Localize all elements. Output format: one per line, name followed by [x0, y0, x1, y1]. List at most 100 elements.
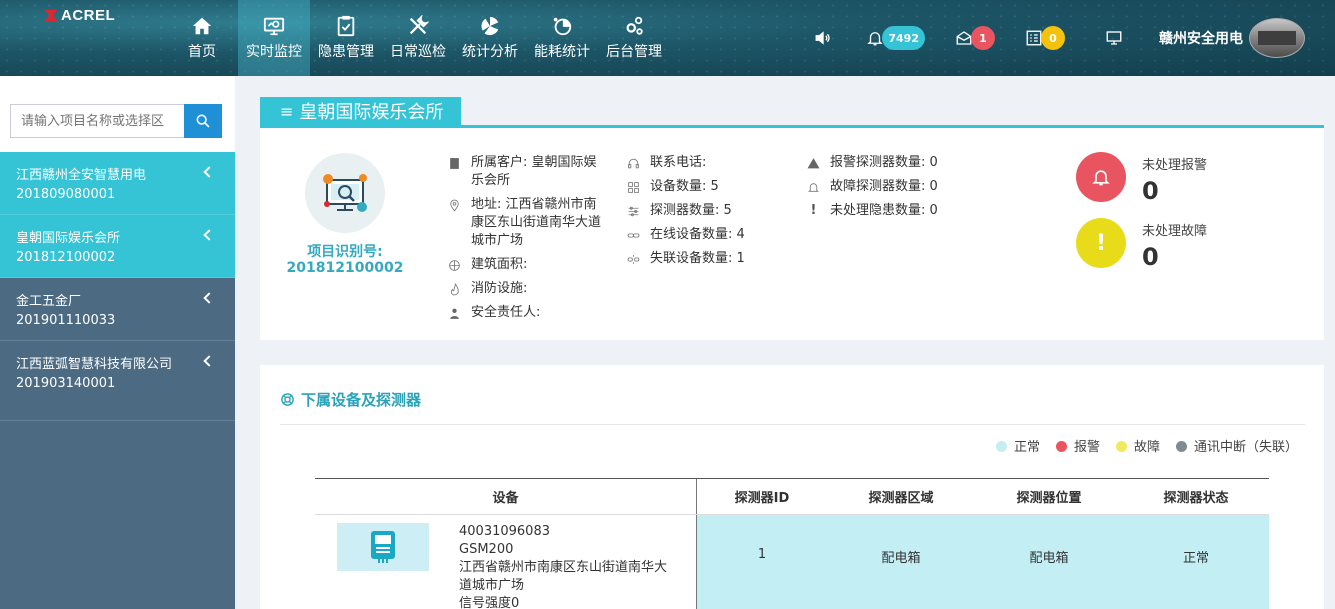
info-fault-detectors: 故障探测器数量: 0: [807, 178, 1007, 196]
mail-count-badge: 1: [971, 26, 995, 50]
info-alarm-detectors: 报警探测器数量: 0: [807, 154, 1007, 172]
device-code: 40031096083: [459, 524, 550, 539]
nav-daily-inspection[interactable]: 日常巡检: [382, 0, 454, 76]
device-cell: 40031096083 GSM200 江西省赣州市南康区东山街道南华大道城市广场…: [315, 515, 697, 609]
exclamation-icon: !: [1095, 230, 1107, 256]
project-title-tab: ≡ 皇朝国际娱乐会所: [260, 97, 462, 125]
sidebar-project-item[interactable]: 江西蓝弧智慧科技有限公司 201903140001: [0, 341, 235, 421]
building-area-icon: [449, 260, 460, 271]
avatar[interactable]: [1249, 18, 1305, 58]
project-id-label: 项目识别号:: [307, 244, 383, 260]
project-search-input[interactable]: [10, 104, 184, 138]
top-header: ACREL 首页 实时监控 隐患管理 日常巡检 统计分析 能耗统计 后台管理 7…: [0, 0, 1335, 76]
bell-outline-icon: [808, 183, 819, 192]
table-row[interactable]: 40031096083 GSM200 江西省赣州市南康区东山街道南华大道城市广场…: [315, 515, 1269, 609]
broken-link-icon: [627, 255, 640, 264]
location-pin-icon: [450, 199, 459, 212]
energy-icon: [553, 17, 572, 36]
legend-dot: [995, 441, 1007, 452]
info-offline-count: 失联设备数量: 1: [627, 250, 797, 268]
device-signal: 信号强度0: [459, 596, 520, 609]
fault-circle: !: [1076, 218, 1126, 268]
info-phone: 联系电话:: [627, 154, 797, 172]
info-address: 地址: 江西省赣州市南康区东山街道南华大道城市广场: [448, 196, 608, 250]
menu-lines-icon: ≡: [280, 101, 294, 121]
home-icon: [192, 17, 212, 35]
nav-admin[interactable]: 后台管理: [598, 0, 670, 76]
nav-home[interactable]: 首页: [166, 0, 238, 76]
header-tools: 7492 1 0 赣州安全用电: [814, 0, 1335, 76]
legend-dot: [1055, 441, 1067, 452]
sound-toggle[interactable]: [814, 29, 832, 47]
nav-hazard-management[interactable]: 隐患管理: [310, 0, 382, 76]
unhandled-alarm[interactable]: 未处理报警 0: [1076, 152, 1207, 205]
alarm-label: 未处理报警: [1142, 158, 1208, 173]
tools-icon: [409, 15, 429, 35]
sidebar-project-id: 201903140001: [16, 376, 116, 391]
sidebar-project-id: 201809080001: [16, 187, 116, 202]
project-id-value: 201812100002: [286, 260, 404, 276]
logo-text: ACREL: [61, 7, 116, 24]
person-icon: [450, 308, 459, 319]
meter-device-icon: [371, 531, 395, 563]
message-notifications[interactable]: 1: [955, 26, 995, 50]
col-detector-position: 探测器位置: [1016, 491, 1082, 506]
legend-item: 通讯中断（失联）: [1175, 436, 1298, 455]
nav-label: 实时监控: [246, 44, 302, 60]
search-button[interactable]: [184, 104, 222, 138]
chevron-left-icon: [203, 355, 215, 367]
devices-card: 下属设备及探测器 正常 报警 故障 通讯中断（失联） 设备 探测器ID 探测器区…: [260, 365, 1324, 609]
nav-statistics[interactable]: 统计分析: [454, 0, 526, 76]
clipboard-icon: [337, 15, 355, 37]
nav-label: 日常巡检: [390, 44, 446, 60]
table-header: 设备 探测器ID 探测器区域 探测器位置 探测器状态: [315, 479, 1269, 515]
bell-icon: [1092, 170, 1110, 186]
sidebar-project-id: 201812100002: [16, 250, 116, 265]
exclamation-icon: !: [810, 203, 817, 218]
device-details: 40031096083 GSM200 江西省赣州市南康区东山街道南华大道城市广场…: [459, 523, 679, 609]
screen-toggle[interactable]: [1105, 29, 1123, 47]
chart-icon: [481, 16, 499, 36]
nav-label: 后台管理: [606, 44, 662, 60]
nav-label: 首页: [188, 44, 216, 60]
info-column-devices: 联系电话: 设备数量: 5 探测器数量: 5 在线设备数量: 4 失联设备数量:…: [627, 154, 797, 274]
flame-icon: [451, 283, 459, 296]
alarm-notifications[interactable]: 7492: [866, 26, 925, 50]
col-detector-status: 探测器状态: [1163, 491, 1229, 506]
display-icon: [1106, 31, 1122, 45]
headset-icon: [628, 158, 639, 169]
warning-triangle-icon: [807, 158, 820, 169]
user-name[interactable]: 赣州安全用电: [1159, 28, 1243, 48]
sidebar-project-item[interactable]: 皇朝国际娱乐会所 201812100002: [0, 215, 235, 278]
unhandled-fault[interactable]: ! 未处理故障 0: [1076, 218, 1207, 271]
col-detector-id: 探测器ID: [734, 491, 790, 506]
legend-dot: [1115, 441, 1127, 452]
status-legend: 正常 报警 故障 通讯中断（失联）: [995, 436, 1298, 455]
logo[interactable]: ACREL: [44, 7, 115, 24]
nav-realtime-monitor[interactable]: 实时监控: [238, 0, 310, 76]
nav-label: 统计分析: [462, 44, 518, 60]
sidebar-project-name: 皇朝国际娱乐会所: [16, 231, 121, 246]
task-count-badge: 0: [1041, 26, 1065, 50]
nav-energy-statistics[interactable]: 能耗统计: [526, 0, 598, 76]
devices-table: 设备 探测器ID 探测器区域 探测器位置 探测器状态 40031096083 G…: [315, 478, 1269, 609]
info-column-basic: 所属客户: 皇朝国际娱乐会所 地址: 江西省赣州市南康区东山街道南华大道城市广场…: [448, 154, 608, 328]
project-title: 皇朝国际娱乐会所: [299, 102, 444, 123]
main-nav: 首页 实时监控 隐患管理 日常巡检 统计分析 能耗统计 后台管理: [166, 0, 670, 76]
task-notifications[interactable]: 0: [1025, 26, 1065, 50]
project-icon: [305, 153, 385, 233]
alarm-value: 0: [1142, 177, 1159, 205]
device-thumbnail: [337, 523, 429, 571]
sidebar-project-item[interactable]: 江西赣州全安智慧用电 201809080001: [0, 152, 235, 215]
info-device-count: 设备数量: 5: [627, 178, 797, 196]
sidebar-project-name: 金工五金厂: [16, 294, 82, 309]
detector-id-cell: 1: [697, 515, 827, 609]
legend-item: 报警: [1055, 436, 1100, 455]
project-id-block: 项目识别号: 201812100002: [280, 244, 410, 276]
info-fire-facilities: 消防设施:: [448, 280, 608, 298]
detector-position-cell: 配电箱: [975, 515, 1123, 609]
nav-label: 能耗统计: [534, 44, 590, 60]
customer-icon: [450, 158, 459, 169]
sidebar-project-item[interactable]: 金工五金厂 201901110033: [0, 278, 235, 341]
lifebuoy-icon: [281, 393, 294, 406]
